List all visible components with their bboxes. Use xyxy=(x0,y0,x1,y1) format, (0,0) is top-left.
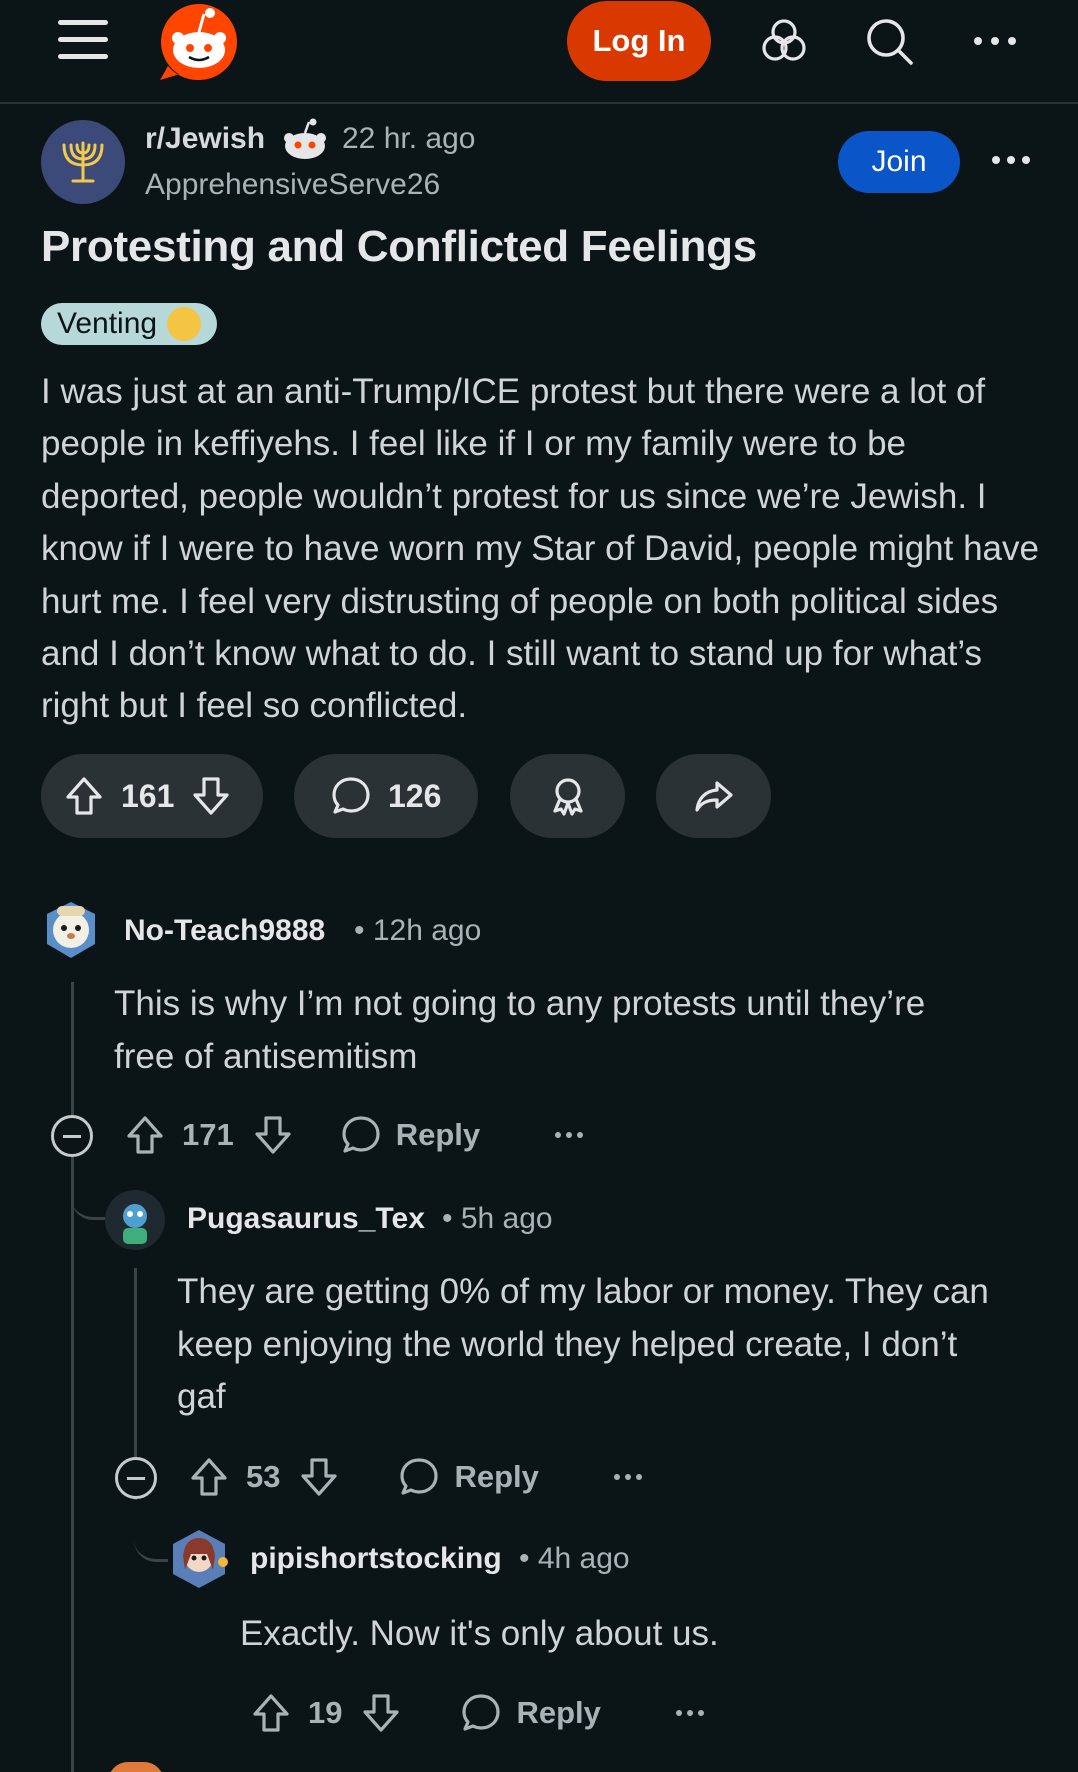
upvote-icon[interactable] xyxy=(124,1114,166,1156)
menorah-icon xyxy=(62,141,104,183)
post-author[interactable]: ApprehensiveServe26 xyxy=(145,168,440,202)
collapse-thread-icon[interactable] xyxy=(51,1115,93,1157)
post-body: I was just at an anti-Trump/ICE protest … xyxy=(41,372,1039,726)
share-icon xyxy=(694,781,733,812)
upvote-icon[interactable] xyxy=(188,1456,230,1498)
collapse-thread-icon[interactable] xyxy=(115,1457,157,1499)
comment-timestamp: • 12h ago xyxy=(354,914,482,947)
upvote-icon[interactable] xyxy=(63,775,105,817)
vote-bar: 161 xyxy=(41,754,263,838)
comment-vote-count: 53 xyxy=(246,1459,281,1494)
comment-actions: 53 Reply xyxy=(188,1452,643,1502)
comment-actions: 19 Reply xyxy=(250,1688,705,1738)
login-button[interactable]: Log In xyxy=(567,1,711,81)
user-avatar[interactable] xyxy=(167,1526,231,1592)
user-avatar[interactable] xyxy=(43,896,99,962)
comment-author[interactable]: Pugasaurus_Tex xyxy=(187,1202,425,1236)
downvote-icon[interactable] xyxy=(190,775,232,817)
post-comment-count: 126 xyxy=(388,777,442,814)
comment-icon[interactable] xyxy=(340,1114,382,1156)
comment-body: They are getting 0% of my labor or money… xyxy=(177,1272,989,1416)
comment-more-icon[interactable] xyxy=(613,1472,643,1482)
post-flair[interactable]: Venting xyxy=(41,303,218,345)
post-vote-count: 161 xyxy=(121,777,175,814)
comment-body: This is why I’m not going to any protest… xyxy=(114,984,926,1076)
downvote-icon[interactable] xyxy=(252,1114,294,1156)
join-button[interactable]: Join xyxy=(838,131,960,193)
comment-icon[interactable] xyxy=(460,1692,502,1734)
downvote-icon[interactable] xyxy=(298,1456,340,1498)
subreddit-avatar[interactable] xyxy=(41,120,125,204)
user-avatar[interactable] xyxy=(108,1762,164,1772)
comment-actions: 171 Reply xyxy=(124,1110,584,1160)
search-icon[interactable] xyxy=(862,14,916,68)
downvote-icon[interactable] xyxy=(360,1692,402,1734)
award-button[interactable] xyxy=(510,754,625,838)
comment-timestamp: • 4h ago xyxy=(519,1542,630,1575)
snoo-icon xyxy=(284,118,326,159)
reply-button[interactable]: Reply xyxy=(516,1695,600,1731)
thread-connector xyxy=(134,1500,168,1562)
reply-button[interactable]: Reply xyxy=(454,1459,538,1495)
flair-label: Venting xyxy=(57,307,158,340)
menu-icon[interactable] xyxy=(58,20,108,62)
user-avatar[interactable] xyxy=(103,1188,167,1252)
comment-vote-count: 19 xyxy=(308,1695,343,1730)
post-more-icon[interactable] xyxy=(990,150,1032,170)
reddit-logo[interactable] xyxy=(156,0,242,84)
post-timestamp: 22 hr. ago xyxy=(342,122,476,155)
comment-icon xyxy=(332,777,370,814)
comment-icon[interactable] xyxy=(398,1456,440,1498)
comment-author[interactable]: pipishortstocking xyxy=(250,1542,502,1576)
communities-icon[interactable] xyxy=(757,14,811,68)
comment-vote-count: 171 xyxy=(182,1117,234,1152)
top-bar: Log In xyxy=(0,0,1078,104)
thread-connector xyxy=(71,1160,105,1220)
award-icon xyxy=(552,778,583,816)
comment-timestamp: • 5h ago xyxy=(442,1202,553,1235)
thread-line xyxy=(71,982,74,1772)
comment-more-icon[interactable] xyxy=(675,1708,705,1718)
steaming-face-icon xyxy=(167,307,202,341)
post-title[interactable]: Protesting and Conflicted Feelings xyxy=(41,222,757,272)
reply-button[interactable]: Reply xyxy=(396,1117,480,1153)
comment-body: Exactly. Now it's only about us. xyxy=(240,1614,719,1653)
upvote-icon[interactable] xyxy=(250,1692,292,1734)
share-button[interactable] xyxy=(656,754,771,838)
comment-more-icon[interactable] xyxy=(554,1130,584,1140)
comments-button[interactable]: 126 xyxy=(294,754,478,838)
subreddit-name[interactable]: r/Jewish xyxy=(145,122,265,156)
more-icon[interactable] xyxy=(968,14,1022,68)
comment-author[interactable]: No-Teach9888 xyxy=(124,914,325,948)
